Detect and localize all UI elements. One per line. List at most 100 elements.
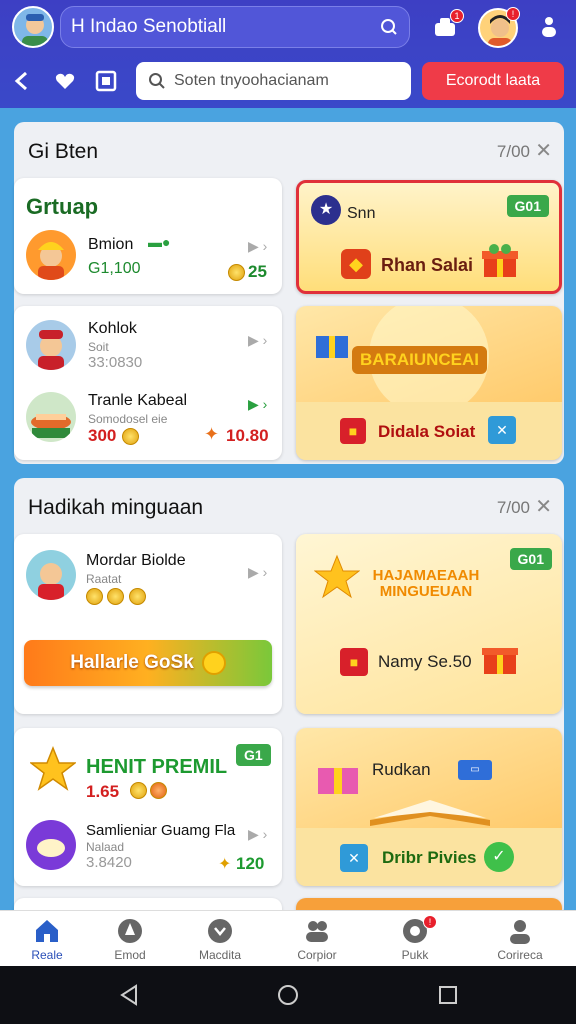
avatar-alert-badge: ! [506,7,520,21]
book-promo-card[interactable]: Rudkan ▭ ✕ Dribr Pivies ✓ [296,728,562,886]
premium-card[interactable]: HENIT PREMIL G1 1.65 Samlieniar Guamg Fl… [14,728,282,886]
members-card[interactable]: Kohlok Soit 33:0830 ▶ › Tranle Kabeal So… [14,306,282,460]
promo-banner-text: BARAIUNCEAI [352,346,487,374]
item-coins: 120 [236,854,265,873]
promo-badge: G01 [506,195,549,217]
nav-emod[interactable]: Emod [100,917,160,962]
heart-icon[interactable] [54,70,76,92]
item-sub: Nalaad [86,840,125,854]
promo-card-salai[interactable]: ★ Snn G01 ◆ Rhan Salai [296,180,562,294]
compass-icon [118,919,142,943]
premium-title: HENIT PREMIL [86,756,228,778]
player-sub: Raatat [86,572,122,586]
chevron-circle-icon [208,919,232,943]
coin-icon [150,782,167,799]
chevron-right-icon: ▶ › [248,238,268,254]
coin-value: 25 [248,262,267,281]
section-count: 7/00 [496,142,530,161]
chevron-right-icon: ▶ › [248,564,268,580]
food-avatar [26,392,76,442]
item-name: Tranle Kabeal [88,392,188,409]
blue-gift-icon: ✕ [340,844,368,872]
member-sub: Soit [88,340,109,354]
nav-label: Emod [114,948,146,962]
system-recents-icon[interactable] [437,984,459,1006]
promo-badge: G01 [509,548,552,570]
search-input[interactable]: Soten tnyoohacianam [136,62,411,100]
star-icon [30,746,76,791]
gallery-icon[interactable] [94,69,118,93]
weekly-promo-card[interactable]: G01 HAJAMAEAAH MINGUEUAN ■ Namy Se.50 [296,534,562,714]
shield-icon: ◆ [341,249,371,279]
app-title-bar[interactable]: H Indao Senobtiall [60,6,410,48]
gem-icon [201,651,226,675]
money-icon: ▬● [148,234,171,250]
search-icon[interactable] [379,17,399,37]
promo-label: Rudkan [372,760,431,779]
claim-button[interactable]: Hallarle GoSk [24,640,272,686]
bolt-icon: ★ [311,195,341,225]
nav-home[interactable]: Reale [17,917,77,962]
top-bar: H Indao Senobtiall 1 ! Soten tnyoohacian… [0,0,576,108]
nav-label: Corireca [497,948,543,962]
promo-label: Snn [347,205,376,222]
book-icon [370,800,490,826]
profile-avatar[interactable] [12,6,54,48]
coin-icon [128,588,146,606]
close-icon[interactable]: ✕ [535,494,552,519]
player-name: Mordar Biolde [86,552,186,569]
system-back-icon[interactable] [118,984,140,1006]
profile-icon [510,920,530,944]
player-avatar [26,550,76,600]
reward-card[interactable]: Mordar Biolde Raatat ▶ › Hallarle GoSk [14,534,282,714]
bottom-navigation: Reale Emod Macdita Corpior Pukk ! Corire… [0,910,576,966]
star-icon [314,554,360,599]
system-navigation-bar [0,966,576,1024]
row-name: Bmion [88,236,134,253]
notification-badge: 1 [450,9,464,23]
home-icon [36,920,58,942]
app-title: H Indao Senobtiall [71,16,227,37]
back-arrow-icon[interactable] [12,70,32,92]
group-card[interactable]: Grtuap Bmion ▬● G1,100 ▶ › 25 [14,178,282,294]
search-placeholder: Soten tnyoohacianam [174,72,329,89]
dumpling-avatar [26,820,76,870]
item-value: 300 [88,426,117,445]
promo-cta: Didala Soiat [378,422,476,441]
system-home-icon[interactable] [276,983,300,1007]
search-icon [149,73,165,89]
coin-icon [228,264,245,281]
member-name: Kohlok [88,320,137,337]
account-icon[interactable] [538,14,560,40]
item-coins: 10.80 [226,426,269,445]
coin-row [86,588,146,606]
nav-label: Corpior [297,948,337,962]
promo-cta: Rhan Salai [381,255,474,275]
promo-cta: Dribr Pivies [382,848,477,867]
card-title: Grtuap [26,194,99,219]
chevron-right-icon: ▶ › [248,332,268,348]
close-icon[interactable]: ✕ [535,138,552,163]
promo-banner-text: HAJAMAEAAH MINGUEUAN [372,567,480,600]
item-sub: Somodosel eie [88,412,168,426]
worker-avatar [26,230,76,280]
pink-gift-icon [318,768,358,794]
ticket-icon: ▭ [458,760,492,780]
people-icon [306,921,328,942]
gift-icon [482,244,518,277]
claim-button-label: Hallarle GoSk [70,652,194,673]
chevron-right-icon: ▶ › [248,396,268,412]
gift-icon [482,648,518,674]
row-value: G1,100 [88,260,141,277]
header-action-button[interactable]: Ecorodt laata [422,62,564,100]
red-box-icon: ■ [340,418,366,444]
nav-corpior[interactable]: Corpior [287,917,347,962]
nav-label: Pukk [401,948,429,962]
coin-icon [130,782,147,799]
nav-label: Reale [31,948,63,962]
section-title: Hadikah minguaan [28,496,204,519]
fire-icon: ✦ [204,424,220,444]
nav-macdita[interactable]: Macdita [190,917,250,962]
nav-corireca[interactable]: Corireca [490,917,550,962]
promo-card-banner[interactable]: BARAIUNCEAI ■ Didala Soiat ✕ [296,306,562,460]
